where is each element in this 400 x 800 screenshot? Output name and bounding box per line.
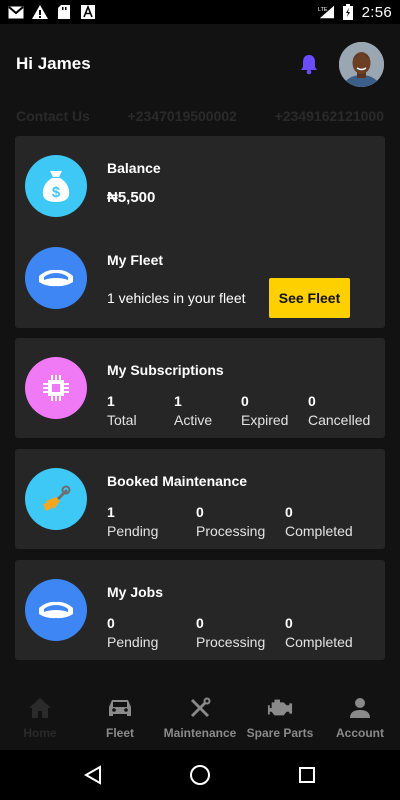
app-a-icon [80, 5, 96, 19]
bell-icon[interactable] [297, 52, 321, 76]
bottom-nav: Home Fleet Maintenance Spare Parts Accou… [0, 686, 400, 750]
stat-label: Cancelled [308, 412, 371, 428]
svg-text:$: $ [52, 184, 61, 201]
nav-spare-parts[interactable]: Spare Parts [240, 686, 320, 750]
stat-label: Expired [241, 412, 289, 428]
home-circle-icon[interactable] [185, 760, 215, 790]
nav-label: Home [23, 726, 57, 740]
stat-processing: 0 Processing [196, 504, 285, 539]
stat-label: Total [107, 412, 137, 428]
contact-label[interactable]: Contact Us [16, 108, 90, 128]
nav-home[interactable]: Home [0, 686, 80, 750]
back-icon[interactable] [78, 760, 108, 790]
header: Hi James [0, 24, 400, 104]
nav-account[interactable]: Account [320, 686, 400, 750]
engine-icon [267, 696, 293, 720]
stat-processing: 0 Processing [196, 615, 285, 650]
stat-value: 0 [285, 504, 293, 520]
stat-label: Active [174, 412, 213, 428]
balance-card[interactable]: $ Balance ₦5,500 [15, 136, 385, 236]
stat-pending: 0 Pending [107, 615, 196, 650]
money-bag-icon: $ [25, 155, 87, 217]
status-bar: LTE 2:56 [0, 0, 400, 24]
stat-completed: 0 Completed [285, 504, 353, 539]
stat-label: Pending [107, 523, 159, 539]
stat-label: Completed [285, 523, 353, 539]
wrench-icon [25, 468, 87, 530]
nav-label: Maintenance [163, 726, 237, 740]
stat-value: 0 [196, 615, 204, 631]
warning-icon [32, 5, 48, 19]
jobs-title: My Jobs [107, 584, 164, 600]
stat-label: Pending [107, 634, 159, 650]
stat-total: 1 Total [107, 393, 174, 428]
tools-icon [187, 696, 213, 720]
sd-card-icon [56, 5, 72, 19]
chip-icon [25, 357, 87, 419]
stat-value: 0 [241, 393, 249, 409]
stat-cancelled: 0 Cancelled [308, 393, 370, 428]
balance-title: Balance [107, 160, 161, 176]
status-time: 2:56 [361, 3, 392, 21]
contact-phone-2[interactable]: +2349162121000 [275, 108, 384, 128]
recents-icon[interactable] [292, 760, 322, 790]
home-icon [27, 696, 53, 720]
app-screen: Hi James Contact Us +2347019500002 +2349… [0, 24, 400, 750]
nav-label: Fleet [105, 726, 134, 740]
car-icon [25, 579, 87, 641]
stat-pending: 1 Pending [107, 504, 196, 539]
see-fleet-button[interactable]: See Fleet [269, 278, 350, 318]
car-icon [25, 247, 87, 309]
subscriptions-stats: 1 Total 1 Active 0 Expired 0 Cancelled [107, 393, 379, 428]
avatar[interactable] [339, 41, 384, 87]
nav-maintenance[interactable]: Maintenance [160, 686, 240, 750]
lte-signal-icon: LTE [318, 5, 334, 19]
svg-text:LTE: LTE [318, 7, 328, 13]
contact-row: Contact Us +2347019500002 +2349162121000 [0, 108, 400, 128]
subscriptions-title: My Subscriptions [107, 362, 224, 378]
stat-completed: 0 Completed [285, 615, 353, 650]
maintenance-card[interactable]: Booked Maintenance 1 Pending 0 Processin… [15, 449, 385, 549]
maintenance-title: Booked Maintenance [107, 473, 248, 489]
stat-label: Completed [285, 634, 353, 650]
nav-label: Spare Parts [246, 726, 314, 740]
stat-value: 0 [196, 504, 204, 520]
stat-value: 1 [107, 393, 115, 409]
stat-label: Processing [196, 523, 266, 539]
nav-label: Account [336, 726, 384, 740]
balance-value: ₦5,500 [107, 189, 156, 206]
maintenance-stats: 1 Pending 0 Processing 0 Completed [107, 504, 379, 539]
subscriptions-card[interactable]: My Subscriptions 1 Total 1 Active 0 Expi… [15, 338, 385, 438]
contact-phone-1[interactable]: +2347019500002 [128, 108, 237, 128]
stat-expired: 0 Expired [241, 393, 308, 428]
gmail-icon [8, 5, 24, 19]
stat-value: 1 [107, 504, 115, 520]
fleet-card: My Fleet 1 vehicles in your fleet See Fl… [15, 228, 385, 328]
stat-label: Processing [196, 634, 266, 650]
stat-value: 0 [107, 615, 115, 631]
status-right: LTE 2:56 [318, 4, 392, 21]
stat-value: 0 [308, 393, 316, 409]
fleet-count-text: 1 vehicles in your fleet [107, 290, 246, 306]
greeting: Hi James [16, 54, 91, 73]
stat-value: 1 [174, 393, 182, 409]
status-left [8, 5, 96, 19]
jobs-card[interactable]: My Jobs 0 Pending 0 Processing 0 Complet… [15, 560, 385, 660]
nav-fleet[interactable]: Fleet [80, 686, 160, 750]
jobs-stats: 0 Pending 0 Processing 0 Completed [107, 615, 379, 650]
fleet-title: My Fleet [107, 252, 164, 268]
person-icon [347, 696, 373, 720]
stat-value: 0 [285, 615, 293, 631]
system-nav-bar [0, 750, 400, 800]
battery-icon [340, 4, 356, 20]
car-front-icon [107, 696, 133, 720]
stat-active: 1 Active [174, 393, 241, 428]
